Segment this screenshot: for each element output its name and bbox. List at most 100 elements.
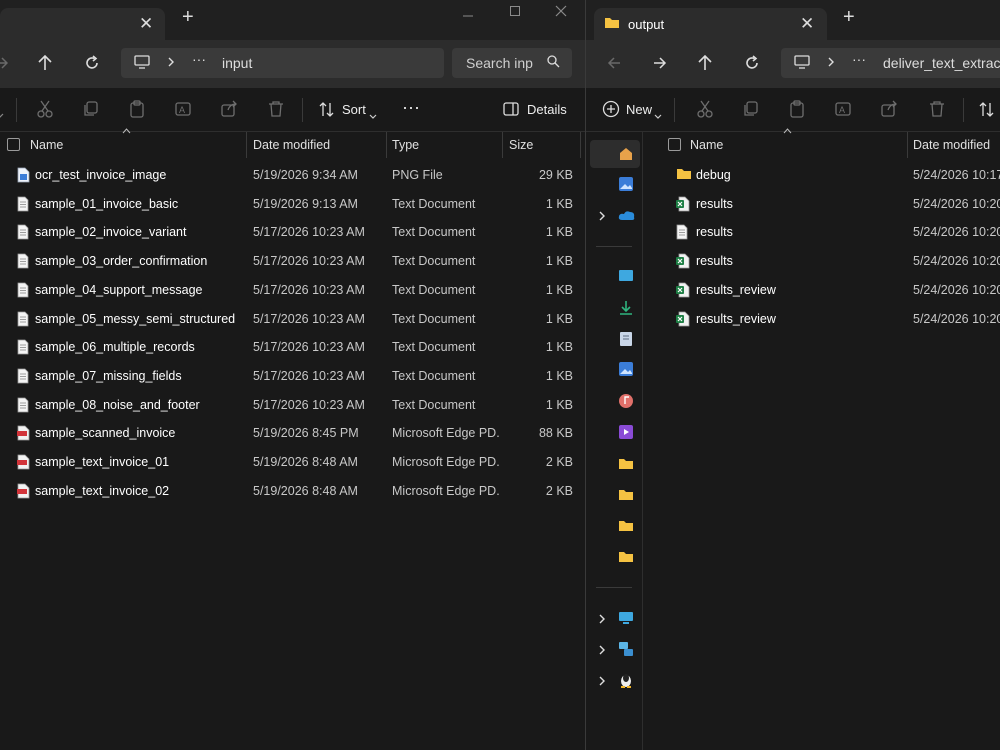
file-row[interactable]: sample_text_invoice_01 5/19/2026 8:48 AM M… [0,448,585,477]
column-date-modified[interactable]: Date modified [913,138,990,152]
paste-icon[interactable] [788,100,806,123]
folder-icon[interactable] [618,519,634,537]
this-pc-icon[interactable] [793,54,811,73]
delete-icon[interactable] [928,100,946,123]
pictures-icon[interactable] [618,361,634,382]
minimize-button[interactable] [462,4,474,21]
folder-icon[interactable] [618,550,634,568]
details-pane-icon[interactable] [503,102,519,121]
nav-gallery[interactable] [618,176,634,197]
close-tab-button[interactable]: ✕ [139,14,153,34]
file-row[interactable]: results_review 5/24/2026 10:20 [643,305,1000,334]
breadcrumb-more[interactable]: ··· [192,51,206,67]
file-row[interactable]: debug 5/24/2026 10:17 [643,161,1000,190]
onedrive-icon[interactable] [618,208,636,226]
cut-icon[interactable] [36,100,54,123]
file-row[interactable]: sample_05_messy_semi_structured 5/17/2026… [0,305,585,334]
file-row[interactable]: results 5/24/2026 10:20 [643,218,1000,247]
column-resizer[interactable] [246,132,247,158]
file-row[interactable]: sample_08_noise_and_footer 5/17/2026 10:2… [0,391,585,420]
paste-icon[interactable] [128,100,146,123]
column-resizer[interactable] [502,132,503,158]
share-icon[interactable] [880,100,898,123]
file-row[interactable]: sample_07_missing_fields 5/17/2026 10:23 … [0,362,585,391]
up-button[interactable] [36,53,54,78]
cut-icon[interactable] [696,100,714,123]
sort-icon[interactable] [318,101,336,124]
sort-button[interactable]: Sort [342,102,366,117]
maximize-button[interactable] [509,4,521,21]
search-input[interactable]: Search inp [466,55,533,71]
file-row[interactable]: sample_03_order_confirmation 5/17/2026 10… [0,247,585,276]
column-size[interactable]: Size [509,138,533,152]
chevron-right-icon[interactable] [167,55,175,72]
column-resizer[interactable] [580,132,581,158]
breadcrumb-current[interactable]: deliver_text_extract_ [883,55,1000,71]
file-row[interactable]: sample_text_invoice_02 5/19/2026 8:48 AM M… [0,477,585,506]
forward-button[interactable] [0,53,9,78]
file-row[interactable]: results 5/24/2026 10:20 [643,247,1000,276]
network-icon[interactable] [618,641,634,662]
new-button[interactable]: New [626,102,652,117]
folder-icon[interactable] [618,488,634,506]
search-box[interactable]: Search inp [452,48,572,78]
linux-icon[interactable] [618,672,634,693]
column-name[interactable]: Name [690,138,723,152]
select-all-checkbox[interactable] [668,138,681,151]
copy-icon[interactable] [742,100,760,123]
column-name[interactable]: Name [30,138,63,152]
rename-icon[interactable]: A [834,100,852,123]
new-dropdown-chevron-icon[interactable] [0,106,4,124]
new-chevron-down-icon[interactable] [654,107,662,125]
refresh-button[interactable] [83,53,101,78]
more-options-button[interactable]: ··· [402,97,420,118]
new-plus-icon[interactable] [602,100,620,123]
file-row[interactable]: results 5/24/2026 10:20 [643,190,1000,219]
tab-output[interactable]: output ✕ [594,8,827,40]
sort-icon[interactable] [978,101,996,124]
copy-icon[interactable] [82,100,100,123]
folder-icon[interactable] [618,457,634,475]
column-date-modified[interactable]: Date modified [253,138,330,152]
nav-home[interactable] [590,140,640,168]
close-tab-button[interactable]: ✕ [800,14,814,34]
details-button[interactable]: Details [527,102,567,117]
music-icon[interactable] [618,393,634,414]
expand-chevron-icon[interactable] [598,643,606,661]
delete-icon[interactable] [267,100,285,123]
search-icon[interactable] [546,54,560,75]
column-type[interactable]: Type [392,138,419,152]
file-row[interactable]: sample_04_support_message 5/17/2026 10:23… [0,276,585,305]
column-resizer[interactable] [907,132,908,158]
file-row[interactable]: sample_scanned_invoice 5/19/2026 8:45 PM M… [0,419,585,448]
share-icon[interactable] [220,100,238,123]
desktop-icon[interactable] [618,269,634,288]
rename-icon[interactable]: A [174,100,192,123]
up-button[interactable] [696,53,714,78]
new-tab-button[interactable]: + [843,6,855,29]
tab-input[interactable]: ✕ [0,8,165,40]
sort-chevron-down-icon[interactable] [369,107,377,125]
downloads-icon[interactable] [618,300,634,321]
back-button[interactable] [606,53,622,78]
videos-icon[interactable] [618,424,634,445]
address-bar[interactable]: ··· deliver_text_extract_ [781,48,1000,78]
column-resizer[interactable] [386,132,387,158]
close-window-button[interactable] [555,4,567,21]
new-tab-button[interactable]: + [182,6,194,29]
select-all-checkbox[interactable] [7,138,20,151]
address-bar[interactable]: ··· input [121,48,444,78]
file-row[interactable]: sample_02_invoice_variant 5/17/2026 10:23… [0,218,585,247]
chevron-right-icon[interactable] [827,55,835,72]
this-pc-icon[interactable] [618,611,634,630]
refresh-button[interactable] [743,53,761,78]
file-row[interactable]: results_review 5/24/2026 10:20 [643,276,1000,305]
expand-chevron-icon[interactable] [598,209,606,227]
this-pc-icon[interactable] [133,54,151,73]
file-row[interactable]: ocr_test_invoice_image 5/19/2026 9:34 AM P… [0,161,585,190]
breadcrumb-current[interactable]: input [222,55,252,71]
forward-button[interactable] [652,53,668,78]
breadcrumb-more[interactable]: ··· [852,51,866,67]
file-row[interactable]: sample_01_invoice_basic 5/19/2026 9:13 AM… [0,190,585,219]
expand-chevron-icon[interactable] [598,674,606,692]
